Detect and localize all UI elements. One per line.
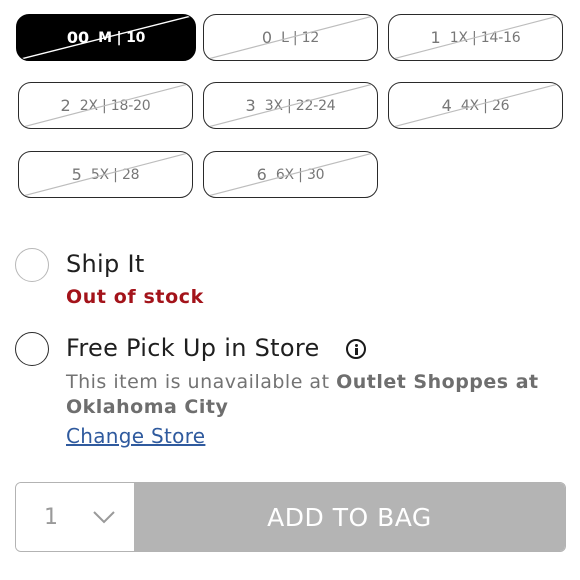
chevron-down-icon <box>93 511 115 524</box>
ship-it-label: Ship It <box>66 250 145 278</box>
info-icon[interactable] <box>346 339 366 359</box>
size-option-2[interactable]: 2 2X | 18-20 <box>18 82 193 129</box>
availability-text: This item is unavailable at <box>66 371 330 393</box>
size-option-4[interactable]: 4 4X | 26 <box>388 82 563 129</box>
add-to-bag-button[interactable]: ADD TO BAG <box>134 483 565 551</box>
ship-it-radio[interactable] <box>15 248 49 282</box>
size-label: 0 <box>261 28 273 47</box>
size-option-6[interactable]: 6 6X | 30 <box>203 151 378 198</box>
size-option-0[interactable]: 0 L | 12 <box>203 14 378 61</box>
size-equivalent: 4X | 26 <box>460 97 510 114</box>
size-equivalent: 2X | 18-20 <box>79 97 151 114</box>
store-availability-message: This item is unavailable at Outlet Shopp… <box>66 370 556 420</box>
size-equivalent: 6X | 30 <box>275 166 325 183</box>
size-equivalent: M | 10 <box>98 29 146 46</box>
pickup-in-store-radio[interactable] <box>15 332 49 366</box>
out-of-stock-status: Out of stock <box>66 286 204 308</box>
size-option-1[interactable]: 1 1X | 14-16 <box>388 14 563 61</box>
size-equivalent: 1X | 14-16 <box>449 29 521 46</box>
quantity-select[interactable]: 1 <box>16 483 134 551</box>
size-label: 6 <box>256 165 267 184</box>
size-equivalent: 5X | 28 <box>90 166 140 183</box>
size-equivalent: L | 12 <box>281 29 320 46</box>
size-label: 00 <box>66 28 90 47</box>
size-label: 4 <box>441 96 452 115</box>
size-option-5[interactable]: 5 5X | 28 <box>18 151 193 198</box>
quantity-value: 1 <box>44 504 58 530</box>
size-option-3[interactable]: 3 3X | 22-24 <box>203 82 378 129</box>
size-label: 1 <box>430 28 441 47</box>
purchase-bar: 1 ADD TO BAG <box>15 482 566 552</box>
size-label: 5 <box>71 165 82 184</box>
size-label: 2 <box>60 96 71 115</box>
pickup-in-store-label: Free Pick Up in Store <box>66 334 320 362</box>
change-store-link[interactable]: Change Store <box>66 424 205 448</box>
size-label: 3 <box>245 96 256 115</box>
size-equivalent: 3X | 22-24 <box>264 97 336 114</box>
size-option-00[interactable]: 00 M | 10 <box>16 14 196 61</box>
